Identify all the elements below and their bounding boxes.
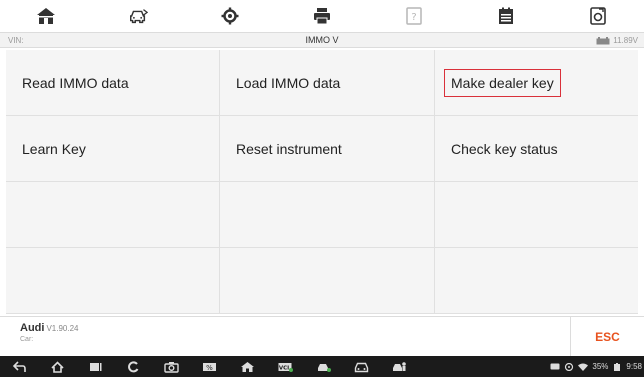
- make-name: Audi: [20, 322, 45, 334]
- clock: 9:58: [626, 362, 642, 371]
- menu-item-label: Reset instrument: [236, 140, 342, 157]
- location-icon: [565, 362, 574, 371]
- menu-item-label: Read IMMO data: [22, 74, 129, 91]
- vehicle-swap-icon[interactable]: [118, 2, 158, 30]
- car-icon[interactable]: [342, 356, 380, 377]
- back-icon[interactable]: [0, 356, 38, 377]
- vci-icon[interactable]: VCI: [266, 356, 304, 377]
- menu-item-empty: [435, 248, 638, 314]
- menu-item-label: Check key status: [451, 140, 558, 157]
- voltage-value: 11.89V: [613, 36, 638, 45]
- camera-icon[interactable]: [152, 356, 190, 377]
- vehicle-make: Audi V1.90.24: [20, 322, 78, 334]
- menu-item-load-immo-data[interactable]: Load IMMO data: [220, 50, 435, 116]
- message-icon: [550, 363, 560, 369]
- print-icon[interactable]: [302, 2, 342, 30]
- menu-item-label: Make dealer key: [444, 68, 561, 97]
- system-navigation-bar: % VCI 35% 9:58: [0, 356, 644, 377]
- info-bar: VIN: IMMO V 11.89V: [0, 32, 644, 48]
- battery-voltage: 11.89V: [596, 36, 638, 45]
- battery-icon: [596, 36, 610, 44]
- remote-expert-icon[interactable]: [380, 356, 418, 377]
- menu-item-reset-instrument[interactable]: Reset instrument: [220, 116, 435, 182]
- recent-apps-icon[interactable]: [76, 356, 114, 377]
- wifi-icon: [578, 363, 589, 371]
- svg-text:%: %: [206, 364, 213, 372]
- vehicle-connect-icon[interactable]: [304, 356, 342, 377]
- footer-bar: Audi V1.90.24 Car: ESC: [0, 316, 644, 357]
- menu-item-label: Load IMMO data: [236, 74, 341, 91]
- menu-item-make-dealer-key[interactable]: Make dealer key: [435, 50, 638, 116]
- page-title: IMMO V: [305, 35, 339, 45]
- refresh-icon[interactable]: [114, 356, 152, 377]
- status-area: 35% 9:58: [550, 362, 644, 371]
- menu-item-empty: [435, 182, 638, 248]
- esc-button[interactable]: ESC: [570, 317, 644, 357]
- function-menu-grid: Read IMMO data Load IMMO data Make deale…: [6, 50, 638, 314]
- svg-text:?: ?: [411, 12, 416, 23]
- maxisys-home-icon[interactable]: [228, 356, 266, 377]
- svg-text:VCI: VCI: [278, 365, 288, 371]
- menu-item-empty: [6, 248, 220, 314]
- menu-item-learn-key[interactable]: Learn Key: [6, 116, 220, 182]
- car-label: Car:: [20, 336, 34, 343]
- data-log-icon[interactable]: [486, 2, 526, 30]
- menu-item-empty: [6, 182, 220, 248]
- battery-saver-icon[interactable]: %: [190, 356, 228, 377]
- battery-percent: 35%: [592, 362, 609, 371]
- battery-icon: [614, 362, 621, 371]
- menu-item-empty: [220, 182, 435, 248]
- home-nav-icon[interactable]: [38, 356, 76, 377]
- software-version: V1.90.24: [46, 324, 79, 333]
- menu-item-label: Learn Key: [22, 140, 86, 157]
- menu-item-check-key-status[interactable]: Check key status: [435, 116, 638, 182]
- screenshot-icon[interactable]: [578, 2, 618, 30]
- settings-icon[interactable]: [210, 2, 250, 30]
- help-icon[interactable]: ?: [394, 2, 434, 30]
- home-icon[interactable]: [26, 2, 66, 30]
- menu-item-empty: [220, 248, 435, 314]
- menu-item-read-immo-data[interactable]: Read IMMO data: [6, 50, 220, 116]
- top-toolbar: ?: [0, 0, 644, 32]
